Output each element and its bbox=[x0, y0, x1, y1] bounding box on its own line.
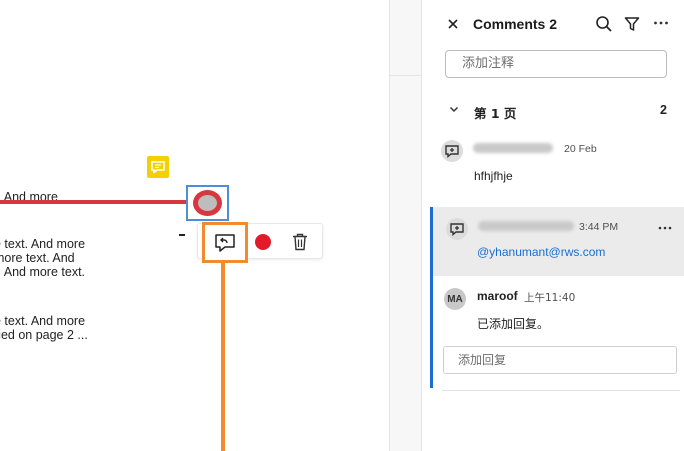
search-button[interactable] bbox=[595, 15, 613, 33]
annotation-quick-toolbar bbox=[197, 222, 323, 263]
comment-time: 3:44 PM bbox=[579, 221, 619, 233]
comment-text: hfhjfhje bbox=[474, 169, 513, 183]
more-options-button[interactable] bbox=[653, 14, 671, 32]
oval-shape bbox=[193, 190, 222, 216]
comment-type-icon bbox=[446, 218, 468, 240]
comment-item-selected[interactable]: 3:44 PM @yhanumant@rws.com bbox=[430, 207, 684, 276]
doc-paragraph-2: e text. And more more text. And t. And m… bbox=[0, 237, 85, 279]
more-icon bbox=[658, 226, 672, 230]
doc-line: more text. And bbox=[0, 251, 75, 265]
divider-line bbox=[389, 75, 423, 76]
reply-comment-button[interactable] bbox=[202, 222, 248, 263]
mention-link[interactable]: @yhanumant@rws.com bbox=[477, 245, 605, 259]
more-icon bbox=[654, 21, 668, 25]
comment-reply-icon bbox=[215, 233, 235, 252]
reply-time: 上午11:40 bbox=[524, 292, 576, 304]
doc-line: ued on page 2 ... bbox=[0, 328, 88, 342]
page-group-header[interactable]: 第 1 页 2 bbox=[422, 98, 684, 124]
comment-type-icon bbox=[441, 140, 463, 162]
document-view[interactable]: t. And more e text. And more more text. … bbox=[0, 0, 389, 451]
chevron-down-icon[interactable] bbox=[448, 103, 460, 115]
search-icon bbox=[596, 16, 612, 32]
add-note-input[interactable]: 添加注释 bbox=[445, 50, 667, 78]
close-icon bbox=[448, 19, 458, 29]
page-comment-count: 2 bbox=[660, 103, 667, 117]
comments-title: Comments 2 bbox=[473, 16, 558, 32]
close-panel-button[interactable] bbox=[444, 14, 462, 34]
comments-panel-header: Comments 2 bbox=[422, 0, 684, 48]
trash-icon bbox=[293, 233, 307, 251]
text-dash-mark bbox=[179, 234, 185, 236]
color-picker-button[interactable] bbox=[255, 234, 271, 250]
filter-button[interactable] bbox=[624, 16, 642, 34]
add-reply-input[interactable]: 添加回复 bbox=[443, 346, 677, 374]
selected-oval-annotation[interactable] bbox=[186, 185, 229, 221]
doc-paragraph-3: e text. And more ued on page 2 ... bbox=[0, 314, 88, 342]
doc-line: e text. And more bbox=[0, 237, 86, 251]
reply-thread: MA maroof 上午11:40 已添加回复。 添加回复 bbox=[430, 276, 684, 388]
delete-button[interactable] bbox=[290, 231, 310, 253]
reply-text: 已添加回复。 bbox=[477, 317, 550, 331]
comment-author-redacted bbox=[473, 143, 553, 153]
callout-connector-line bbox=[221, 262, 225, 451]
doc-line: t. And more text. bbox=[0, 265, 86, 279]
page-label: 第 1 页 bbox=[474, 106, 517, 121]
comments-panel: Comments 2 添加注释 第 1 页 2 20 Feb hfhjfhje … bbox=[422, 0, 684, 451]
comment-more-button[interactable] bbox=[658, 221, 672, 236]
avatar: MA bbox=[444, 288, 466, 310]
doc-line: e text. And more bbox=[0, 314, 86, 328]
divider bbox=[442, 390, 680, 391]
sticky-note-icon[interactable] bbox=[147, 156, 169, 178]
comment-author-redacted bbox=[478, 221, 574, 231]
red-line-annotation[interactable] bbox=[0, 200, 188, 204]
panel-divider bbox=[389, 0, 430, 451]
filter-icon bbox=[624, 17, 640, 31]
comment-time: 20 Feb bbox=[564, 143, 597, 155]
reply-author: maroof bbox=[477, 289, 518, 303]
